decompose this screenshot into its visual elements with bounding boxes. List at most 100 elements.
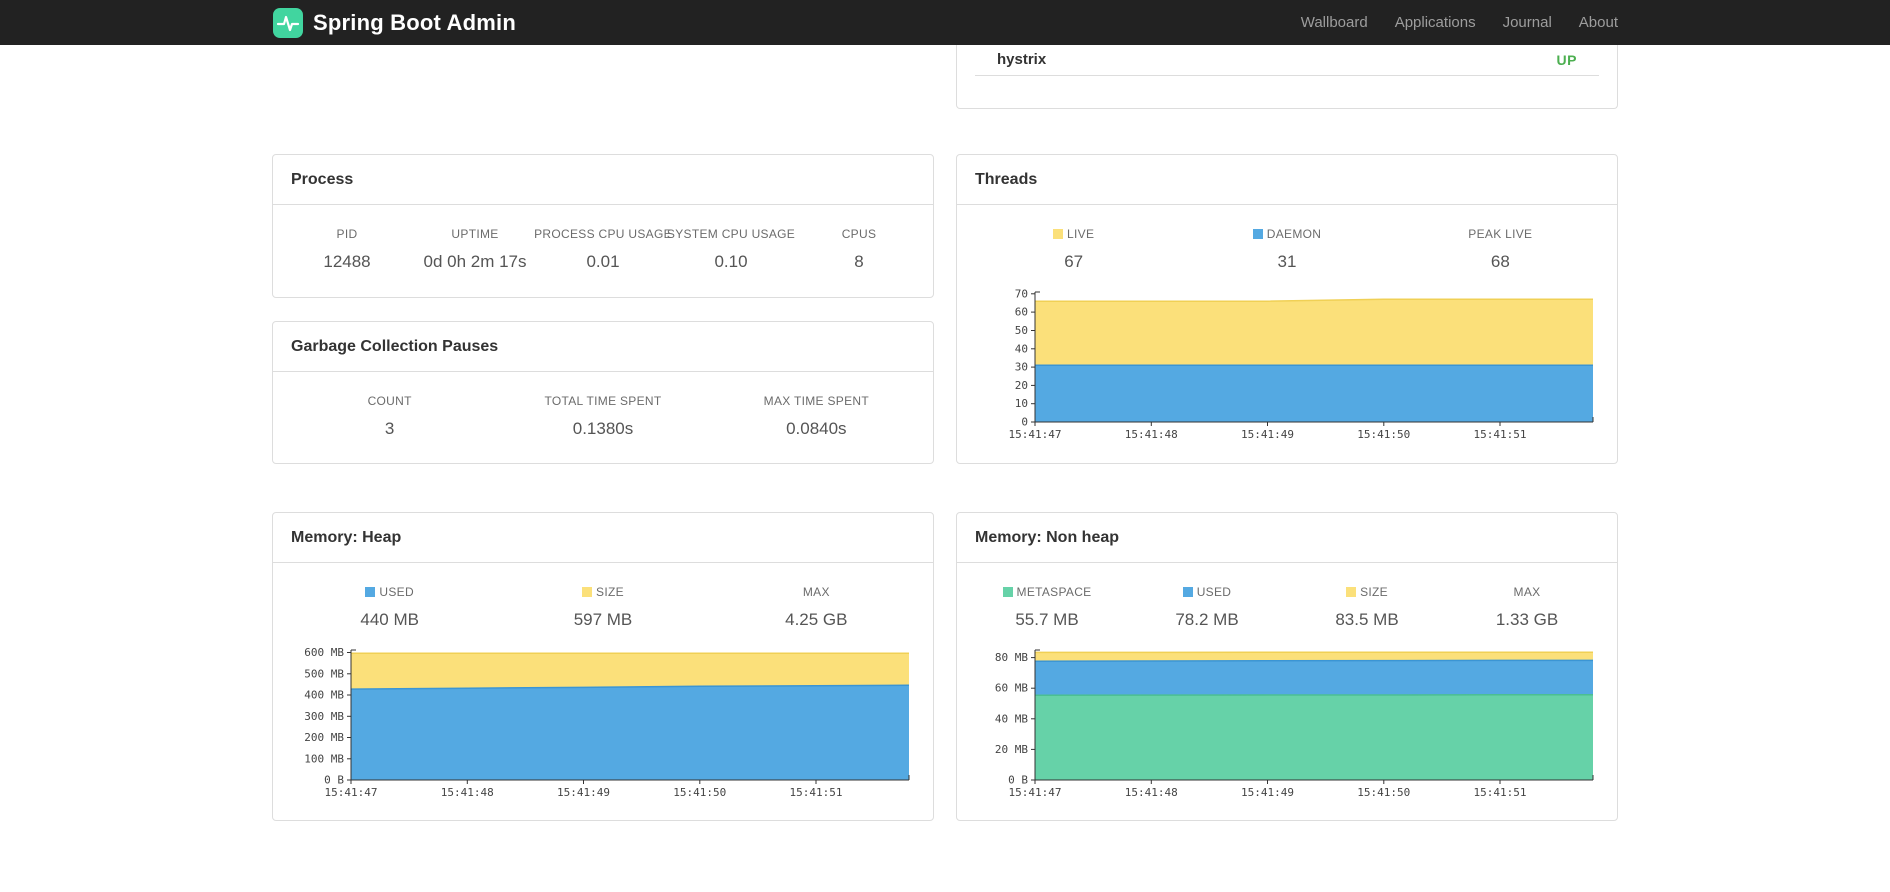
memory-heap-panel-body: USED 440 MB SIZE 597 MB MAX 4.25 GB 0 B1… [273,563,933,802]
stat-label: SIZE [596,585,624,599]
stat-label: TOTAL TIME SPENT [544,394,662,408]
nav-link-journal[interactable]: Journal [1503,14,1552,31]
stat-label: CPUS [841,227,877,241]
svg-text:15:41:50: 15:41:50 [673,786,726,799]
stat-value: 68 [1490,252,1510,271]
stat-value: 4.25 GB [785,610,848,629]
svg-text:30: 30 [1015,361,1028,374]
svg-text:80 MB: 80 MB [995,651,1028,664]
stat-label: MAX [1513,585,1541,599]
svg-text:100 MB: 100 MB [304,752,344,765]
svg-text:15:41:51: 15:41:51 [1474,786,1527,799]
svg-text:15:41:49: 15:41:49 [557,786,610,799]
stat-threads-peak-live: PEAK LIVE 68 [1394,227,1607,272]
stat-label: SIZE [1360,585,1388,599]
process-panel: Process PID 12488 UPTIME 0d 0h 2m 17s PR… [272,154,934,298]
stat-value: 67 [1064,252,1084,271]
stat-value: 0d 0h 2m 17s [423,252,527,271]
legend-swatch-used [1182,587,1193,597]
stat-label: SYSTEM CPU USAGE [666,227,796,241]
memory-heap-panel: Memory: Heap USED 440 MB SIZE 597 MB MAX… [272,512,934,821]
navbar-inner: Spring Boot Admin Wallboard Applications… [257,0,1633,45]
nonheap-stats: METASPACE 55.7 MB USED 78.2 MB SIZE 83.5… [957,563,1617,636]
svg-text:15:41:50: 15:41:50 [1357,786,1410,799]
legend-swatch-live [1053,229,1064,239]
stat-nonheap-used: USED 78.2 MB [1127,585,1287,630]
svg-text:15:41:48: 15:41:48 [1125,428,1178,441]
stat-value: 0.1380s [572,419,634,438]
svg-text:0: 0 [1021,416,1028,429]
threads-chart: 0 10 20 30 40 50 60 70 15:41:47 15:41:48 15:41:49 1… [971,284,1603,444]
svg-text:40 MB: 40 MB [995,712,1028,725]
svg-text:200 MB: 200 MB [304,731,344,744]
stat-value: 597 MB [573,610,633,629]
process-stats: PID 12488 UPTIME 0d 0h 2m 17s PROCESS CP… [273,205,933,278]
stat-cpus: CPUS 8 [795,227,923,272]
stat-label: PROCESS CPU USAGE [534,227,672,241]
stat-uptime: UPTIME 0d 0h 2m 17s [411,227,539,272]
stat-heap-size: SIZE 597 MB [496,585,709,630]
gc-panel-title: Garbage Collection Pauses [273,322,933,372]
legend-swatch-daemon [1252,229,1263,239]
left-column: Process PID 12488 UPTIME 0d 0h 2m 17s PR… [272,154,934,821]
svg-text:500 MB: 500 MB [304,667,344,680]
svg-text:15:41:51: 15:41:51 [1474,428,1527,441]
stat-gc-max-time: MAX TIME SPENT 0.0840s [710,394,923,439]
svg-text:600 MB: 600 MB [304,646,344,659]
nav-link-about[interactable]: About [1579,14,1618,31]
process-panel-title: Process [273,155,933,205]
spring-boot-admin-logo-icon [273,7,303,38]
stat-gc-count: COUNT 3 [283,394,496,439]
stat-label: USED [1196,585,1232,599]
memory-nonheap-panel: Memory: Non heap METASPACE 55.7 MB USED … [956,512,1618,821]
nav-link-applications[interactable]: Applications [1395,14,1476,31]
memory-nonheap-panel-title: Memory: Non heap [957,513,1617,563]
stat-heap-used: USED 440 MB [283,585,496,630]
svg-text:40: 40 [1015,342,1028,355]
health-service-name: hystrix [997,51,1047,68]
nav-link-wallboard[interactable]: Wallboard [1301,14,1368,31]
stat-nonheap-max: MAX 1.33 GB [1447,585,1607,630]
svg-text:400 MB: 400 MB [304,689,344,702]
threads-panel-title: Threads [957,155,1617,205]
brand[interactable]: Spring Boot Admin [272,7,516,39]
gc-stats: COUNT 3 TOTAL TIME SPENT 0.1380s MAX TIM… [273,372,933,445]
stat-value: 1.33 GB [1495,610,1559,629]
stat-nonheap-metaspace: METASPACE 55.7 MB [967,585,1127,630]
threads-stats: LIVE 67 DAEMON 31 PEAK LIVE 68 [957,205,1617,278]
process-panel-body: PID 12488 UPTIME 0d 0h 2m 17s PROCESS CP… [273,205,933,278]
brand-title: Spring Boot Admin [313,9,517,35]
threads-panel: Threads LIVE 67 DAEMON 31 PEAK LIVE 68 0… [956,154,1618,464]
stat-threads-live: LIVE 67 [967,227,1180,272]
svg-text:15:41:51: 15:41:51 [790,786,843,799]
legend-swatch-metaspace [1002,587,1013,597]
stat-label: USED [379,585,414,599]
stat-value: 3 [384,419,395,438]
stat-label: UPTIME [451,227,499,241]
svg-text:0 B: 0 B [324,774,344,787]
legend-swatch-size [1346,587,1357,597]
stat-label: METASPACE [1016,585,1092,599]
health-status-badge: UP [1556,51,1577,68]
svg-text:70: 70 [1015,287,1028,300]
stat-gc-total-time: TOTAL TIME SPENT 0.1380s [496,394,709,439]
stat-value: 83.5 MB [1335,610,1399,629]
svg-text:15:41:47: 15:41:47 [325,786,378,799]
memory-nonheap-chart: 0 B 20 MB 40 MB 60 MB 80 MB 15:41:47 15:41:48 1… [971,642,1603,802]
threads-panel-body: LIVE 67 DAEMON 31 PEAK LIVE 68 0 10 20 30 40… [957,205,1617,444]
svg-text:20 MB: 20 MB [995,743,1028,756]
legend-swatch-size [582,587,593,597]
stat-value: 0.10 [714,252,748,271]
svg-text:50: 50 [1015,324,1028,337]
svg-text:15:41:47: 15:41:47 [1009,428,1062,441]
health-row-hystrix: hystrix UP [975,45,1599,76]
stat-pid: PID 12488 [283,227,411,272]
svg-text:15:41:47: 15:41:47 [1009,786,1062,799]
stat-system-cpu-usage: SYSTEM CPU USAGE 0.10 [667,227,795,272]
svg-text:0 B: 0 B [1008,774,1028,787]
navbar-links: Wallboard Applications Journal About [1301,14,1618,31]
heap-stats: USED 440 MB SIZE 597 MB MAX 4.25 GB [273,563,933,636]
svg-text:15:41:49: 15:41:49 [1241,786,1294,799]
gc-panel-body: COUNT 3 TOTAL TIME SPENT 0.1380s MAX TIM… [273,372,933,445]
svg-text:300 MB: 300 MB [304,710,344,723]
